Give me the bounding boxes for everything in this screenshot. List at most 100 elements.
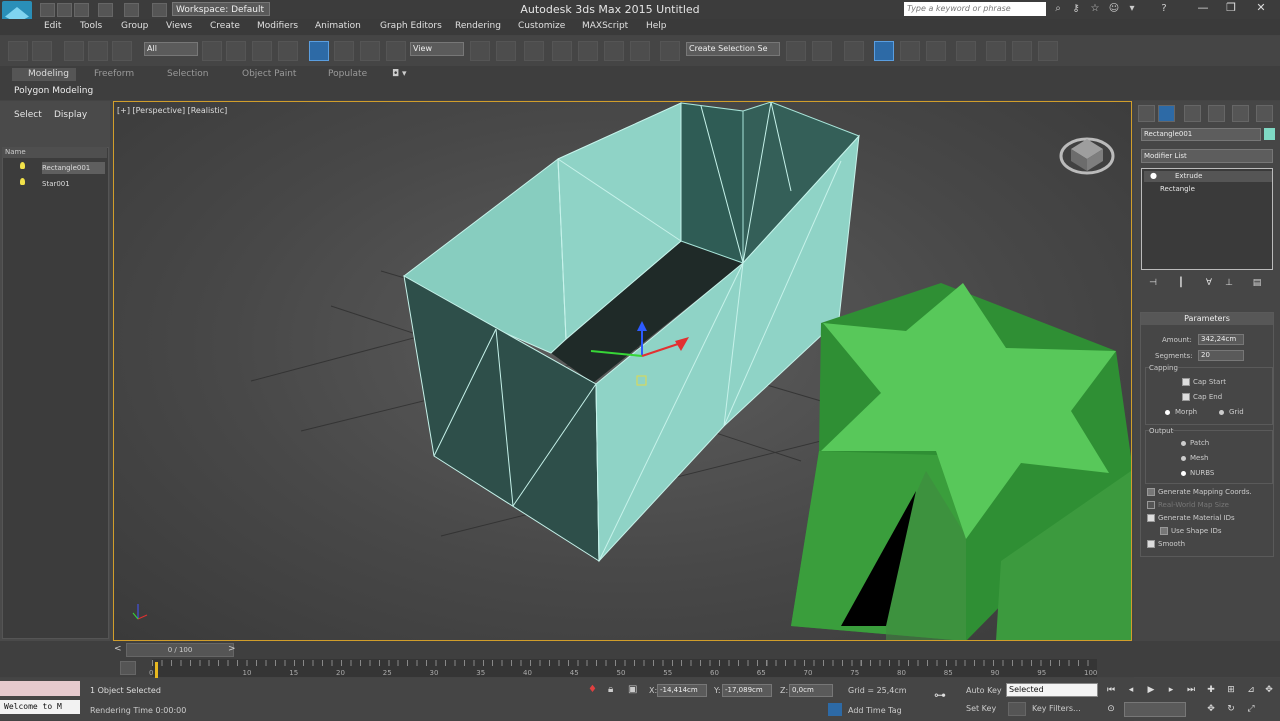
ribbon-tab-modeling[interactable]: Modeling [12, 68, 76, 81]
viewport-label[interactable]: [+] [Perspective] [Realistic] [117, 106, 227, 115]
orbit-subobject-icon[interactable]: ↻ [1224, 703, 1238, 716]
spinner-snap-icon[interactable] [630, 41, 650, 61]
hierarchy-tab-icon[interactable] [1184, 105, 1201, 122]
explorer-column-name[interactable]: Name [2, 147, 107, 158]
project-folder-icon[interactable] [152, 3, 167, 17]
menu-rendering[interactable]: Rendering [455, 21, 501, 31]
select-scale-icon[interactable] [360, 41, 380, 61]
angle-snap-icon[interactable] [578, 41, 598, 61]
menu-customize[interactable]: Customize [518, 21, 565, 31]
rectangular-selection-icon[interactable] [252, 41, 272, 61]
maxscript-output[interactable]: Welcome to M [0, 700, 80, 714]
mesh-radio[interactable] [1181, 456, 1186, 461]
stack-item-rectangle[interactable]: Rectangle [1144, 184, 1272, 195]
field-of-view-icon[interactable]: ⊿ [1244, 684, 1258, 697]
patch-radio[interactable] [1181, 441, 1186, 446]
user-icon[interactable]: ☺ [1108, 3, 1120, 15]
gen-mapping-checkbox[interactable] [1147, 488, 1155, 496]
stack-item-extrude[interactable]: Extrude [1144, 171, 1272, 182]
remove-modifier-icon[interactable]: ⊥ [1222, 277, 1236, 289]
pivot-center-icon[interactable] [470, 41, 490, 61]
curve-editor-icon[interactable] [900, 41, 920, 61]
material-editor-icon[interactable] [956, 41, 976, 61]
smooth-checkbox[interactable] [1147, 540, 1155, 548]
search-input[interactable]: Type a keyword or phrase [904, 2, 1046, 16]
menu-animation[interactable]: Animation [315, 21, 361, 31]
align-icon[interactable] [812, 41, 832, 61]
ribbon-options-icon[interactable]: ◘ ▾ [392, 69, 407, 79]
modify-tab-icon[interactable] [1158, 105, 1175, 122]
ribbon-tab-selection[interactable]: Selection [167, 69, 208, 79]
goto-end-icon[interactable]: ⏭ [1184, 684, 1198, 697]
configure-modifier-sets-icon[interactable]: ▤ [1250, 277, 1264, 289]
default-in-out-tangent-icon[interactable]: ⊶ [934, 688, 946, 702]
display-tab-icon[interactable] [1232, 105, 1249, 122]
lock-selection-icon[interactable]: 🔒︎ [608, 684, 613, 695]
time-slider[interactable]: 0 / 100 [126, 643, 234, 657]
perspective-viewport[interactable] [113, 101, 1132, 641]
unlink-icon[interactable] [88, 41, 108, 61]
time-tag-icon[interactable] [828, 703, 842, 716]
menu-group[interactable]: Group [121, 21, 148, 31]
menu-maxscript[interactable]: MAXScript [582, 21, 628, 31]
real-world-checkbox[interactable] [1147, 501, 1155, 509]
select-by-name-icon[interactable] [226, 41, 246, 61]
graphite-ribbon-icon[interactable] [874, 41, 894, 61]
ribbon-tab-freeform[interactable]: Freeform [94, 69, 134, 79]
open-mini-curve-editor-icon[interactable] [120, 661, 136, 675]
undo-icon[interactable] [8, 41, 28, 61]
maxscript-listener-input[interactable] [0, 681, 80, 696]
window-crossing-icon[interactable] [278, 41, 298, 61]
object-name-field[interactable]: Rectangle001 [1141, 128, 1261, 141]
bind-space-warp-icon[interactable] [112, 41, 132, 61]
save-file-icon[interactable] [74, 3, 89, 17]
menu-tools[interactable]: Tools [80, 21, 102, 31]
cap-end-checkbox[interactable] [1182, 393, 1190, 401]
pin-stack-icon[interactable]: ⊣ [1146, 277, 1160, 289]
close-button[interactable]: ✕ [1246, 0, 1276, 16]
isolate-selection-icon[interactable]: ♦ [588, 684, 597, 695]
current-frame-field[interactable] [1124, 702, 1186, 717]
explorer-menu-display[interactable]: Display [54, 110, 87, 120]
redo-icon[interactable] [32, 41, 52, 61]
light-bulb-icon[interactable] [20, 162, 25, 169]
maximize-button[interactable]: ❐ [1216, 0, 1246, 16]
x-coordinate-field[interactable]: -14,414cm [657, 684, 707, 697]
viewcube[interactable] [1059, 137, 1115, 175]
make-unique-icon[interactable]: ∀ [1202, 277, 1216, 289]
menu-help[interactable]: Help [646, 21, 667, 31]
schematic-view-icon[interactable] [926, 41, 946, 61]
next-key-icon[interactable]: ▸ [1164, 684, 1178, 697]
motion-tab-icon[interactable] [1208, 105, 1225, 122]
key-icon[interactable]: ⚷ [1070, 3, 1082, 15]
pan-icon[interactable]: ✥ [1262, 684, 1276, 697]
explorer-item-rectangle001[interactable]: Rectangle001 [42, 162, 105, 174]
new-file-icon[interactable] [40, 3, 55, 17]
render-production-icon[interactable] [1038, 41, 1058, 61]
light-bulb-icon[interactable] [20, 178, 25, 185]
layer-manager-icon[interactable] [844, 41, 864, 61]
redo-icon[interactable] [124, 3, 139, 17]
search-icon[interactable]: ⌕ [1052, 3, 1064, 15]
explorer-item-star001[interactable]: Star001 [42, 178, 105, 190]
minimize-button[interactable]: — [1188, 0, 1218, 16]
modifier-list-dropdown[interactable]: Modifier List [1141, 149, 1273, 163]
y-coordinate-field[interactable]: -17,089cm [722, 684, 772, 697]
zoom-icon[interactable]: ✚ [1204, 684, 1218, 697]
segments-spinner[interactable]: 20 [1198, 350, 1244, 361]
render-setup-icon[interactable] [986, 41, 1006, 61]
maximize-viewport-icon[interactable]: ⤢ [1244, 703, 1258, 716]
star-object[interactable] [791, 283, 1132, 641]
place-icon[interactable] [386, 41, 406, 61]
light-bulb-icon[interactable]: ● [1150, 171, 1157, 180]
explorer-menu-select[interactable]: Select [14, 110, 42, 120]
ribbon-tab-populate[interactable]: Populate [328, 69, 367, 79]
key-filters-button[interactable]: Key Filters... [1032, 704, 1081, 713]
show-end-result-icon[interactable]: ┃ [1174, 277, 1188, 289]
play-icon[interactable]: ▶ [1144, 684, 1158, 697]
rendered-frame-icon[interactable] [1012, 41, 1032, 61]
parameters-rollout-title[interactable]: Parameters [1141, 313, 1273, 325]
ribbon-panel-polygon-modeling[interactable]: Polygon Modeling [14, 86, 93, 96]
add-time-tag-button[interactable]: Add Time Tag [848, 706, 902, 715]
mirror-icon[interactable] [786, 41, 806, 61]
